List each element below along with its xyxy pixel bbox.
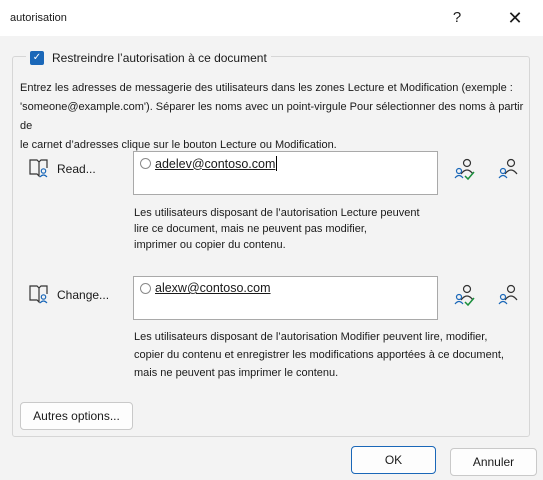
desc-line: mais ne peuvent pas imprimer le contenu. [134, 367, 339, 379]
change-address-entry[interactable]: alexw@contoso.com [140, 281, 271, 295]
read-button[interactable]: Read... [57, 162, 96, 176]
text-caret [276, 156, 278, 171]
change-button[interactable]: Change... [57, 288, 109, 302]
presence-icon [140, 282, 151, 294]
read-address-input[interactable]: adelev@contoso.com [133, 151, 438, 195]
change-address: alexw@contoso.com [155, 281, 271, 295]
restrict-checkbox[interactable]: ✓ [30, 51, 44, 65]
desc-line: Les utilisateurs disposant de l’autorisa… [134, 207, 420, 219]
instructions-text: Entrez les adresses de messagerie des ut… [20, 79, 525, 155]
change-description: Les utilisateurs disposant de l’autorisa… [134, 328, 504, 382]
restrict-checkbox-row[interactable]: ✓ Restreindre l’autorisation à ce docume… [26, 49, 271, 67]
window-title: autorisation [10, 12, 67, 24]
desc-line: lire ce document, mais ne peuvent pas mo… [134, 223, 367, 235]
book-person-icon [29, 159, 48, 178]
instructions-line: Entrez les adresses de messagerie des ut… [20, 82, 513, 94]
book-person-icon [29, 285, 48, 304]
desc-line: Les utilisateurs disposant de l’autorisa… [134, 331, 488, 343]
cancel-button[interactable]: Annuler [450, 448, 537, 476]
restrict-label: Restreindre l’autorisation à ce document [52, 51, 267, 65]
ok-button[interactable]: OK [351, 446, 436, 474]
instructions-line: 'someone@example.com'). Séparer les noms… [20, 101, 524, 132]
check-names-icon[interactable] [453, 157, 477, 181]
address-book-icon[interactable] [496, 283, 520, 307]
desc-line: imprimer ou copier du contenu. [134, 239, 286, 251]
close-button[interactable]: ✕ [498, 6, 532, 32]
address-book-icon[interactable] [496, 157, 520, 181]
presence-icon [140, 158, 151, 169]
read-address-entry[interactable]: adelev@contoso.com [140, 156, 278, 171]
check-names-icon[interactable] [453, 283, 477, 307]
desc-line: copier du contenu et enregistrer les mod… [134, 349, 504, 361]
read-description: Les utilisateurs disposant de l’autorisa… [134, 205, 420, 253]
help-button[interactable]: ? [440, 6, 474, 32]
read-address: adelev@contoso.com [155, 156, 276, 171]
more-options-button[interactable]: Autres options... [20, 402, 133, 430]
title-bar: autorisation ? ✕ [0, 0, 543, 36]
change-address-input[interactable]: alexw@contoso.com [133, 276, 438, 320]
